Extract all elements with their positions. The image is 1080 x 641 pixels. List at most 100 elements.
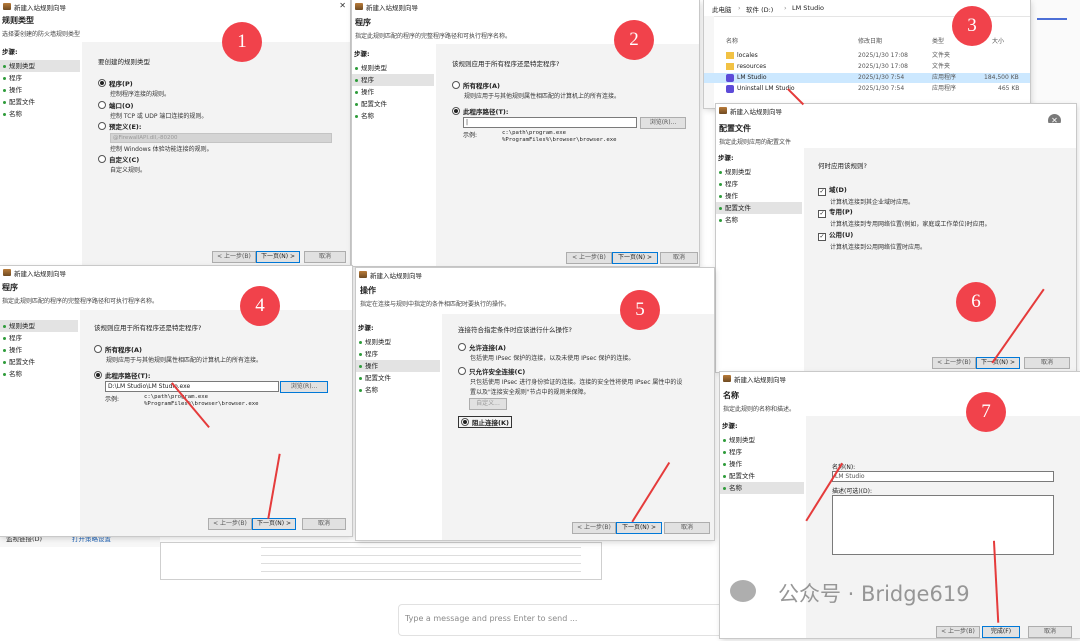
cancel-button[interactable]: 取消 (664, 522, 710, 534)
next-button[interactable]: 下一页(N) > (612, 252, 658, 264)
back-button[interactable]: < 上一步(B) (936, 626, 980, 638)
option-allow[interactable]: 允许连接(A) 包括使用 IPsec 保护的连接，以及未使用 IPsec 保护的连… (458, 342, 634, 362)
option-predefined[interactable]: 预定义(E): @FirewallAPI.dll,-80200 控制 Windo… (98, 121, 332, 153)
step-name[interactable]: 名称 (356, 384, 440, 396)
radio-icon[interactable] (452, 107, 460, 115)
step-rule-type[interactable]: 规则类型 (0, 60, 80, 72)
step-program[interactable]: 程序 (352, 74, 434, 86)
option-private[interactable]: ✓ 专用(P) 计算机连接到专用网络位置(例如，家庭或工作单位)时应用。 (818, 206, 991, 228)
cancel-button[interactable]: 取消 (1024, 357, 1070, 369)
step-rule-type[interactable]: 规则类型 (356, 336, 440, 348)
col-size[interactable]: 大小 (992, 37, 1004, 47)
step-program[interactable]: 程序 (0, 72, 80, 84)
back-button[interactable]: < 上一步(B) (208, 518, 252, 530)
step-program[interactable]: 程序 (0, 332, 78, 344)
page-title: 规则类型 (2, 16, 34, 25)
browse-button[interactable]: 浏览(R)... (280, 381, 328, 393)
option-block[interactable]: 阻止连接(K) (458, 416, 512, 428)
step-program[interactable]: 程序 (356, 348, 440, 360)
col-name[interactable]: 名称 (726, 37, 738, 47)
rule-name-input[interactable]: LM Studio (832, 471, 1054, 482)
step-action[interactable]: 操作 (352, 86, 434, 98)
file-row[interactable]: locales 2025/1/30 17:08 文件夹 (704, 51, 1030, 61)
program-path-input[interactable]: D:\LM Studio\LM Studio.exe (105, 381, 279, 392)
step-profile[interactable]: 配置文件 (0, 356, 78, 368)
option-public[interactable]: ✓ 公用(U) 计算机连接到公用网络位置时应用。 (818, 229, 926, 251)
back-button[interactable]: < 上一步(B) (566, 252, 612, 264)
option-port[interactable]: 端口(O) 控制 TCP 或 UDP 端口连接的规则。 (98, 100, 207, 120)
col-type[interactable]: 类型 (932, 37, 944, 47)
description-textarea[interactable] (832, 495, 1054, 555)
predefined-select[interactable]: @FirewallAPI.dll,-80200 (110, 133, 332, 143)
next-button[interactable]: 下一页(N) > (256, 251, 300, 263)
step-action[interactable]: 操作 (716, 190, 802, 202)
option-all-programs[interactable]: 所有程序(A) 规则应用于与其他规则属性相匹配的计算机上的所有连接。 (94, 344, 262, 364)
back-button[interactable]: < 上一步(B) (932, 357, 976, 369)
checkbox-checked-icon[interactable]: ✓ (818, 210, 826, 218)
step-profile[interactable]: 配置文件 (720, 470, 804, 482)
next-button[interactable]: 下一页(N) > (616, 522, 662, 534)
step-rule-type[interactable]: 规则类型 (720, 434, 804, 446)
close-icon[interactable]: ✕ (339, 1, 346, 10)
finish-button[interactable]: 完成(F) (982, 626, 1020, 638)
program-path-input[interactable]: | (463, 117, 637, 128)
radio-icon[interactable] (458, 367, 466, 375)
radio-icon[interactable] (98, 101, 106, 109)
option-custom[interactable]: 自定义(C) 自定义规则。 (98, 154, 146, 174)
next-button[interactable]: 下一页(N) > (976, 357, 1020, 369)
file-row-selected[interactable]: LM Studio 2025/1/30 7:54 应用程序 184,500 KB (704, 73, 1030, 83)
step-program[interactable]: 程序 (716, 178, 802, 190)
step-action[interactable]: 操作 (356, 360, 440, 372)
step-program[interactable]: 程序 (720, 446, 804, 458)
back-button[interactable]: < 上一步(B) (212, 251, 256, 263)
option-all-programs[interactable]: 所有程序(A) 规则应用于与其他规则属性相匹配的计算机上的所有连接。 (452, 80, 620, 100)
step-action[interactable]: 操作 (0, 84, 80, 96)
option-program-path[interactable]: 此程序路径(T): (94, 370, 150, 380)
cancel-button[interactable]: 取消 (304, 251, 346, 263)
step-profile[interactable]: 配置文件 (352, 98, 434, 110)
checkbox-checked-icon[interactable]: ✓ (818, 233, 826, 241)
option-program[interactable]: 程序(P) 控制程序连接的规则。 (98, 78, 170, 98)
cancel-button[interactable]: 取消 (660, 252, 698, 264)
content-pane: 该规则应用于所有程序还是特定程序? 所有程序(A) 规则应用于与其他规则属性相匹配… (80, 310, 352, 536)
option-domain[interactable]: ✓ 域(D) 计算机连接到其企业域时应用。 (818, 184, 914, 206)
step-name[interactable]: 名称 (720, 482, 804, 494)
file-row[interactable]: Uninstall LM Studio 2025/1/30 7:54 应用程序 465… (704, 84, 1030, 94)
step-name[interactable]: 名称 (716, 214, 802, 226)
customize-button[interactable]: 自定义... (469, 398, 507, 410)
option-secure[interactable]: 只允许安全连接(C) 只包括使用 IPsec 进行身份验证的连接。连接的安全性将使… (458, 366, 682, 396)
step-action[interactable]: 操作 (720, 458, 804, 470)
next-button[interactable]: 下一页(N) > (252, 518, 296, 530)
step-profile[interactable]: 配置文件 (0, 96, 80, 108)
radio-icon[interactable] (461, 418, 469, 426)
step-action[interactable]: 操作 (0, 344, 78, 356)
col-date[interactable]: 修改日期 (858, 37, 882, 47)
checkbox-checked-icon[interactable]: ✓ (818, 188, 826, 196)
radio-icon[interactable] (452, 81, 460, 89)
radio-icon[interactable] (98, 155, 106, 163)
steps-label: 步骤: (718, 154, 734, 162)
bg-chat-input[interactable]: Type a message and press Enter to send .… (398, 604, 730, 636)
step-name[interactable]: 名称 (352, 110, 434, 122)
option-program-path[interactable]: 此程序路径(T): (452, 106, 508, 116)
breadcrumb-2[interactable]: 软件 (D:) (746, 4, 773, 14)
step-name[interactable]: 名称 (0, 368, 78, 380)
file-row[interactable]: resources 2025/1/30 17:08 文件夹 (704, 62, 1030, 72)
breadcrumb-3[interactable]: LM Studio (792, 4, 824, 12)
cancel-button[interactable]: 取消 (302, 518, 346, 530)
step-name[interactable]: 名称 (0, 108, 80, 120)
radio-icon[interactable] (98, 122, 106, 130)
breadcrumb-1[interactable]: 此电脑 (712, 4, 732, 14)
cancel-button[interactable]: 取消 (1028, 626, 1072, 638)
step-profile[interactable]: 配置文件 (356, 372, 440, 384)
radio-icon[interactable] (94, 345, 102, 353)
radio-icon[interactable] (94, 371, 102, 379)
back-button[interactable]: < 上一步(B) (572, 522, 616, 534)
step-rule-type[interactable]: 规则类型 (0, 320, 78, 332)
radio-icon[interactable] (98, 79, 106, 87)
radio-icon[interactable] (458, 343, 466, 351)
step-rule-type[interactable]: 规则类型 (716, 166, 802, 178)
browse-button[interactable]: 浏览(R)... (640, 117, 686, 129)
step-profile[interactable]: 配置文件 (716, 202, 802, 214)
step-rule-type[interactable]: 规则类型 (352, 62, 434, 74)
